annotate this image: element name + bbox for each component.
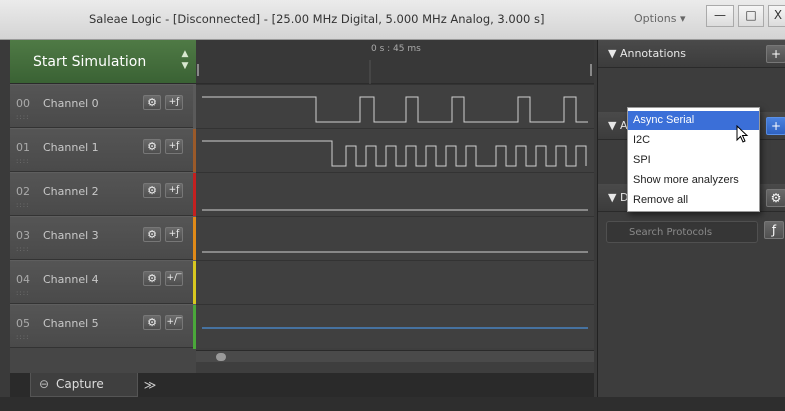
grip-icon[interactable]: ::::: [16, 157, 29, 165]
annotations-header[interactable]: ▼ Annotations +: [598, 40, 785, 68]
channel-number: 03: [16, 229, 30, 242]
gear-icon[interactable]: ⚙: [143, 271, 161, 286]
channel-row-2[interactable]: 02 :::: Channel 2 ⚙ +ƒ: [10, 172, 196, 217]
trigger-icon[interactable]: +ƒ: [165, 95, 183, 110]
gear-icon[interactable]: ⚙: [766, 189, 785, 207]
tab-capture[interactable]: ⊖ Capture: [30, 373, 138, 397]
trigger-icon[interactable]: +ƒ: [165, 183, 183, 198]
time-label: 0 s : 45 ms: [371, 44, 421, 54]
channel-name[interactable]: Channel 1: [43, 141, 99, 154]
time-ruler[interactable]: 0 s : 45 ms: [196, 40, 594, 84]
channel-number: 00: [16, 97, 30, 110]
channel-name[interactable]: Channel 2: [43, 185, 99, 198]
gear-icon[interactable]: ⚙: [143, 315, 161, 330]
gear-icon[interactable]: ⚙: [143, 95, 161, 110]
grip-icon[interactable]: ::::: [16, 333, 29, 341]
gear-icon[interactable]: ⚙: [143, 183, 161, 198]
channel-row-5[interactable]: 05 :::: Channel 5 ⚙ +/‾: [10, 304, 196, 349]
gear-icon[interactable]: ⚙: [143, 227, 161, 242]
tab-capture-label: Capture: [56, 377, 104, 391]
simulation-stepper[interactable]: ▲ ▼: [178, 48, 192, 76]
decoded-protocols-label: ▼ D: [608, 191, 629, 204]
add-annotation-button[interactable]: +: [766, 45, 785, 63]
start-simulation-label: Start Simulation: [33, 54, 147, 70]
channel-number: 01: [16, 141, 30, 154]
channel-number: 02: [16, 185, 30, 198]
channel-number: 05: [16, 317, 30, 330]
mouse-cursor-icon: [736, 125, 749, 143]
channel-row-1[interactable]: 01 :::: Channel 1 ⚙ +ƒ: [10, 128, 196, 173]
minimize-button[interactable]: —: [706, 5, 734, 27]
channel-panel: Start Simulation ▲ ▼ 00 :::: Channel 0 ⚙…: [10, 40, 196, 373]
close-button[interactable]: X: [768, 5, 785, 27]
more-tabs-button[interactable]: ≫: [138, 375, 162, 395]
channel-name[interactable]: Channel 0: [43, 97, 99, 110]
search-protocols-input[interactable]: [606, 221, 758, 243]
status-bar: [0, 397, 785, 411]
annotations-label: ▼ Annotations: [608, 47, 687, 60]
add-analyzer-button[interactable]: +: [766, 117, 785, 135]
capture-icon: ⊖: [39, 377, 50, 391]
channel-number: 04: [16, 273, 30, 286]
trigger-icon[interactable]: +ƒ: [165, 227, 183, 242]
menu-item-remove-all[interactable]: Remove all: [628, 191, 759, 210]
trigger-icon[interactable]: +/‾: [165, 271, 183, 286]
channel-name[interactable]: Channel 4: [43, 273, 99, 286]
maximize-button[interactable]: □: [738, 5, 764, 27]
channel-row-0[interactable]: 00 :::: Channel 0 ⚙ +ƒ: [10, 84, 196, 129]
menu-item-spi[interactable]: SPI: [628, 151, 759, 170]
stepper-down-icon[interactable]: ▼: [178, 60, 192, 72]
stepper-up-icon[interactable]: ▲: [178, 48, 192, 60]
grip-icon[interactable]: ::::: [16, 245, 29, 253]
channel-row-4[interactable]: 04 :::: Channel 4 ⚙ +/‾: [10, 260, 196, 305]
channel-row-3[interactable]: 03 :::: Channel 3 ⚙ +ƒ: [10, 216, 196, 261]
gear-icon[interactable]: ⚙: [143, 139, 161, 154]
window-title: Saleae Logic - [Disconnected] - [25.00 M…: [89, 12, 545, 26]
trigger-icon[interactable]: ƒ: [764, 221, 784, 239]
waveform-view[interactable]: 0 s : 45 ms: [196, 40, 594, 373]
bottom-tab-bar: ⊖ Capture ≫: [10, 373, 594, 397]
trigger-icon[interactable]: +/‾: [165, 315, 183, 330]
options-menu[interactable]: Options ▾: [634, 12, 685, 25]
analyzers-label: ▼ A: [608, 119, 628, 132]
channel-name[interactable]: Channel 5: [43, 317, 99, 330]
grip-icon[interactable]: ::::: [16, 113, 29, 121]
horizontal-scrollbar[interactable]: [196, 350, 594, 362]
channel-name[interactable]: Channel 3: [43, 229, 99, 242]
grip-icon[interactable]: ::::: [16, 289, 29, 297]
analyzer-dropdown-menu: Async Serial I2C SPI Show more analyzers…: [627, 107, 760, 212]
scroll-thumb[interactable]: [216, 353, 226, 361]
channel-1-trace: [202, 140, 587, 167]
grip-icon[interactable]: ::::: [16, 201, 29, 209]
right-panel: ▼ Annotations + ▼ A + ▼ D ⚙ 🔍︎ ƒ: [597, 40, 785, 397]
menu-item-show-more[interactable]: Show more analyzers: [628, 171, 759, 190]
waveform-traces: [202, 96, 588, 329]
title-bar: Saleae Logic - [Disconnected] - [25.00 M…: [0, 0, 785, 40]
trigger-icon[interactable]: +ƒ: [165, 139, 183, 154]
channel-0-trace: [202, 96, 588, 123]
start-simulation-button[interactable]: Start Simulation ▲ ▼: [10, 40, 196, 84]
